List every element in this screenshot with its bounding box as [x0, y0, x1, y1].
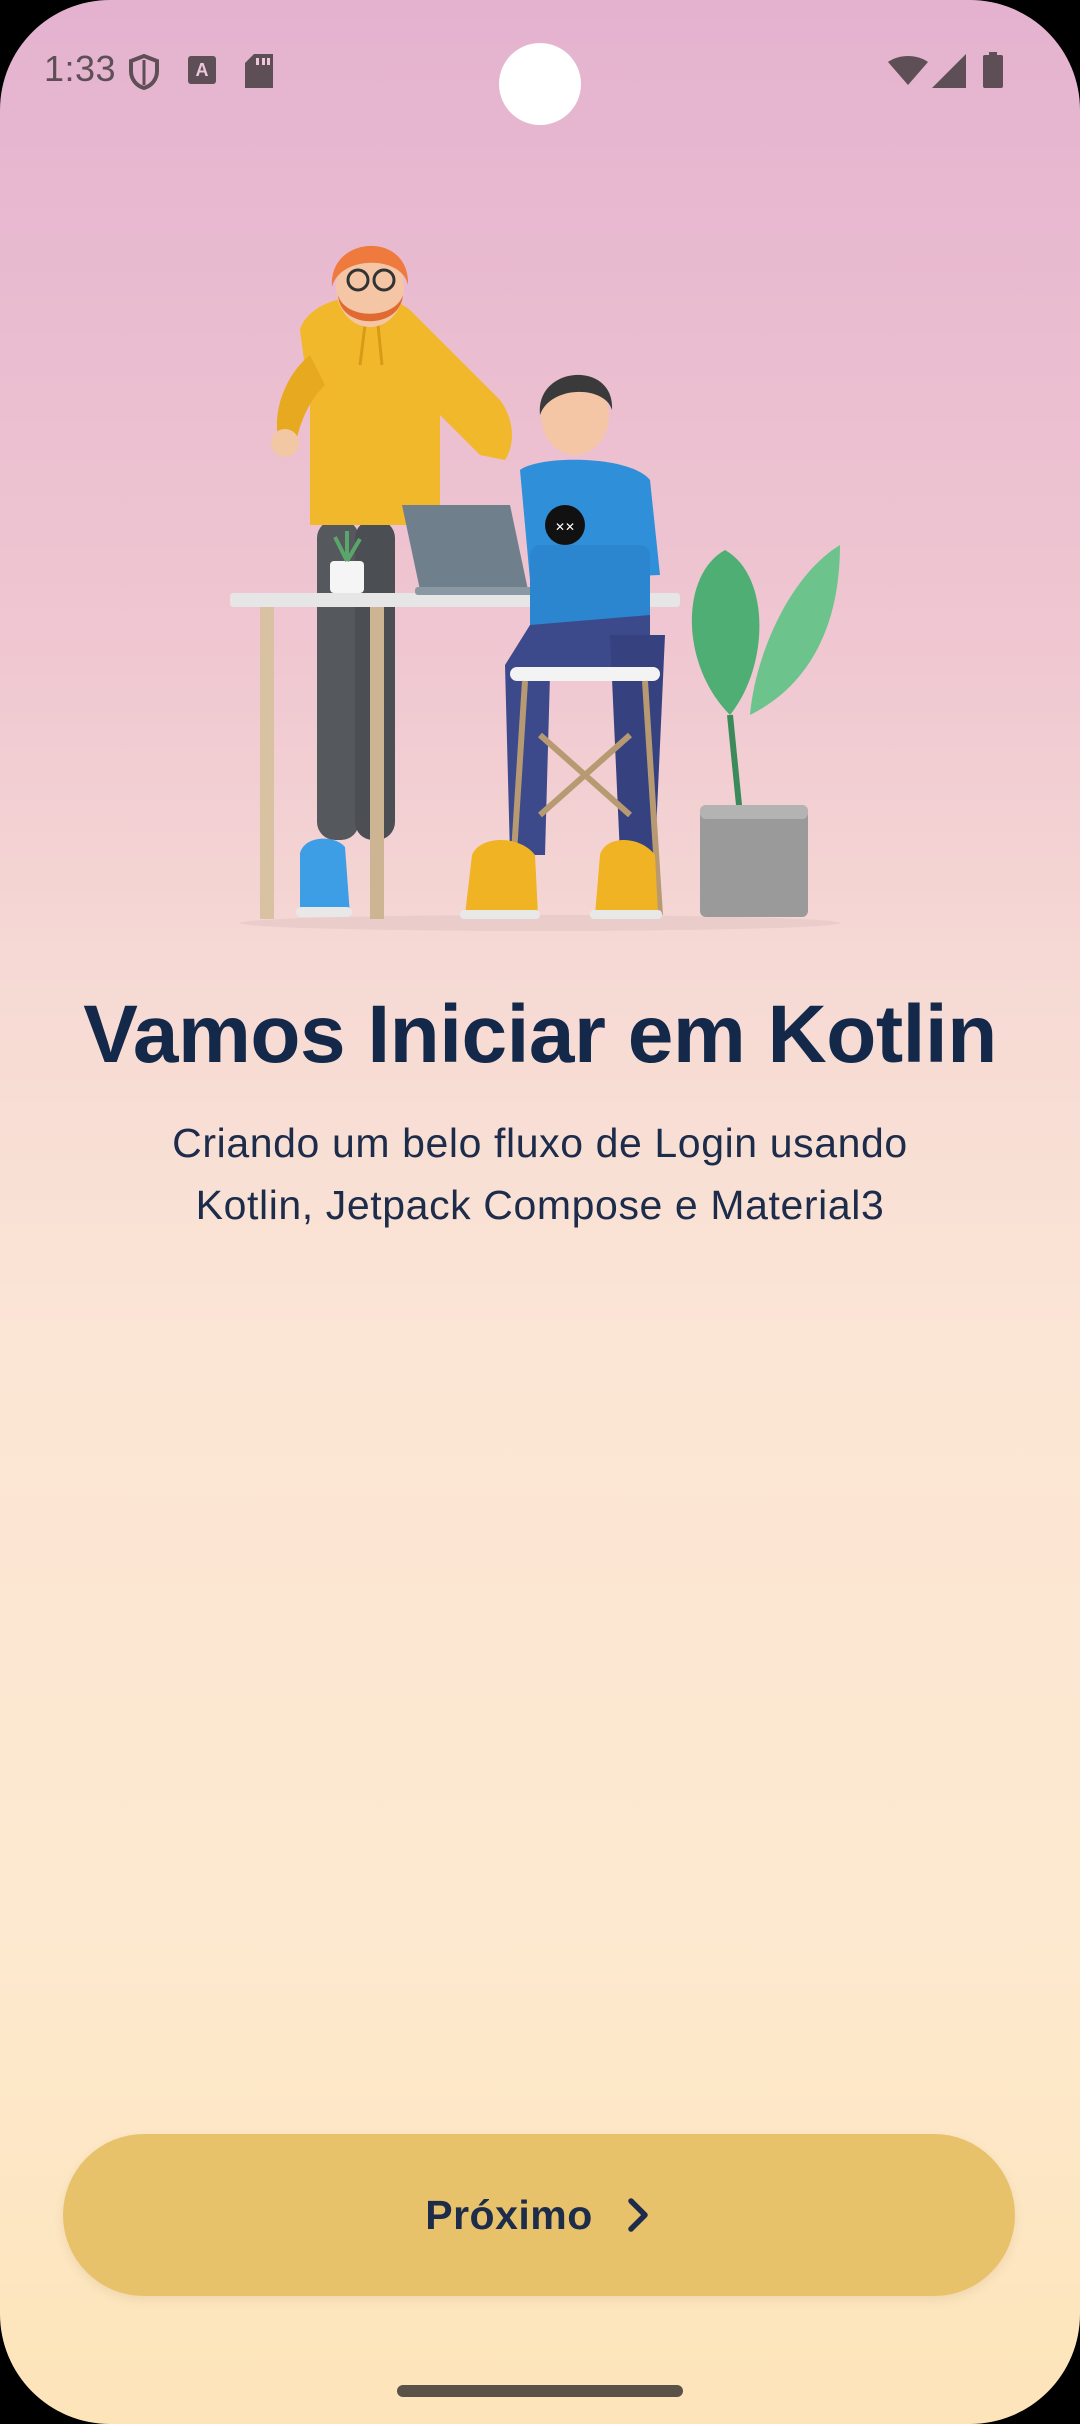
signal-icon [932, 54, 966, 88]
a-icon: A [188, 56, 216, 84]
phone-screen: 1:33 A ✕✕ Vamos Iniciar em Kotlin Criand… [0, 0, 1080, 2424]
status-time: 1:33 [44, 48, 117, 89]
next-button-label: Próximo [425, 2191, 593, 2238]
next-button[interactable]: Próximo [63, 2134, 1015, 2296]
sd-card-icon [245, 54, 273, 88]
subtitle-line-1: Criando um belo fluxo de Login usando [172, 1120, 908, 1166]
svg-text:✕✕: ✕✕ [555, 520, 575, 534]
svg-text:A: A [196, 60, 209, 80]
shield-icon [129, 54, 159, 90]
battery-icon [983, 52, 1003, 88]
chevron-right-icon [628, 2198, 648, 2232]
subtitle-line-2: Kotlin, Jetpack Compose e Material3 [195, 1182, 885, 1228]
onboarding-subtitle: Criando um belo fluxo de Login usando Ko… [100, 1112, 980, 1236]
home-indicator[interactable] [397, 2385, 683, 2397]
wifi-icon [888, 56, 928, 85]
onboarding-title: Vamos Iniciar em Kotlin [83, 989, 997, 1080]
developers-illustration: ✕✕ [230, 245, 840, 931]
camera-cutout [499, 43, 581, 125]
